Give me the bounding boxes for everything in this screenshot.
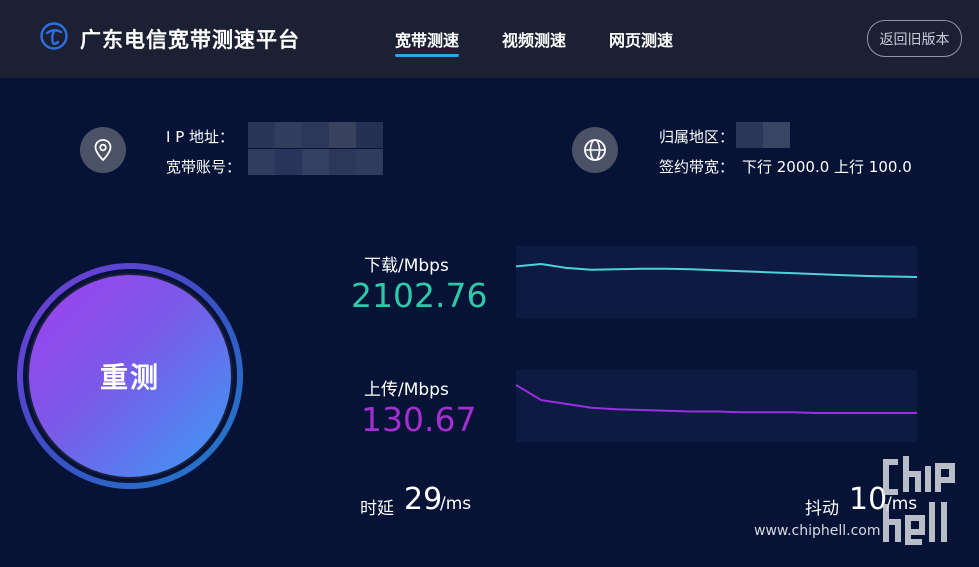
region-masked <box>736 122 790 148</box>
watermark-url: www.chiphell.com <box>754 523 881 539</box>
upload-label: 上传/Mbps <box>364 380 449 400</box>
globe-icon <box>584 139 606 161</box>
brand-title: 广东电信宽带测速平台 <box>80 28 300 52</box>
bandwidth-value: 下行 2000.0 上行 100.0 <box>742 158 912 176</box>
download-chart-svg <box>516 262 917 278</box>
location-pin-icon <box>94 139 112 162</box>
latency-value: 29 <box>404 482 443 517</box>
account-masked <box>248 149 383 175</box>
download-label: 下载/Mbps <box>364 256 449 276</box>
tab-video-speed[interactable]: 视频测速 <box>502 27 566 51</box>
account-label: 宽带账号： <box>166 158 242 176</box>
download-series-line <box>516 262 917 278</box>
upload-value: 130.67 <box>361 400 477 439</box>
bandwidth-label: 签约带宽： <box>659 158 735 176</box>
region-label: 归属地区： <box>659 128 735 146</box>
china-telecom-logo-icon <box>40 22 68 50</box>
return-old-version-button[interactable]: 返回旧版本 <box>867 20 962 57</box>
tab-web-speed[interactable]: 网页测速 <box>609 27 673 51</box>
upload-chart <box>516 370 917 442</box>
retest-button[interactable]: 重测 <box>27 273 233 479</box>
ip-address-label: I P 地址： <box>166 128 235 146</box>
upload-chart-svg <box>516 384 917 414</box>
jitter-label: 抖动 <box>805 499 839 519</box>
top-header: 广东电信宽带测速平台 宽带测速 视频测速 网页测速 返回旧版本 <box>0 0 979 78</box>
download-chart <box>516 246 917 318</box>
latency-unit: /ms <box>440 494 472 514</box>
chiphell-watermark-logo <box>883 456 955 545</box>
retest-label: 重测 <box>99 361 160 394</box>
location-badge <box>80 127 126 173</box>
upload-series-line <box>516 384 917 414</box>
globe-badge <box>572 127 618 173</box>
ip-address-masked <box>248 122 383 148</box>
download-value: 2102.76 <box>351 276 488 315</box>
tab-broadband-speed[interactable]: 宽带测速 <box>395 27 460 57</box>
latency-label: 时延 <box>360 499 394 519</box>
